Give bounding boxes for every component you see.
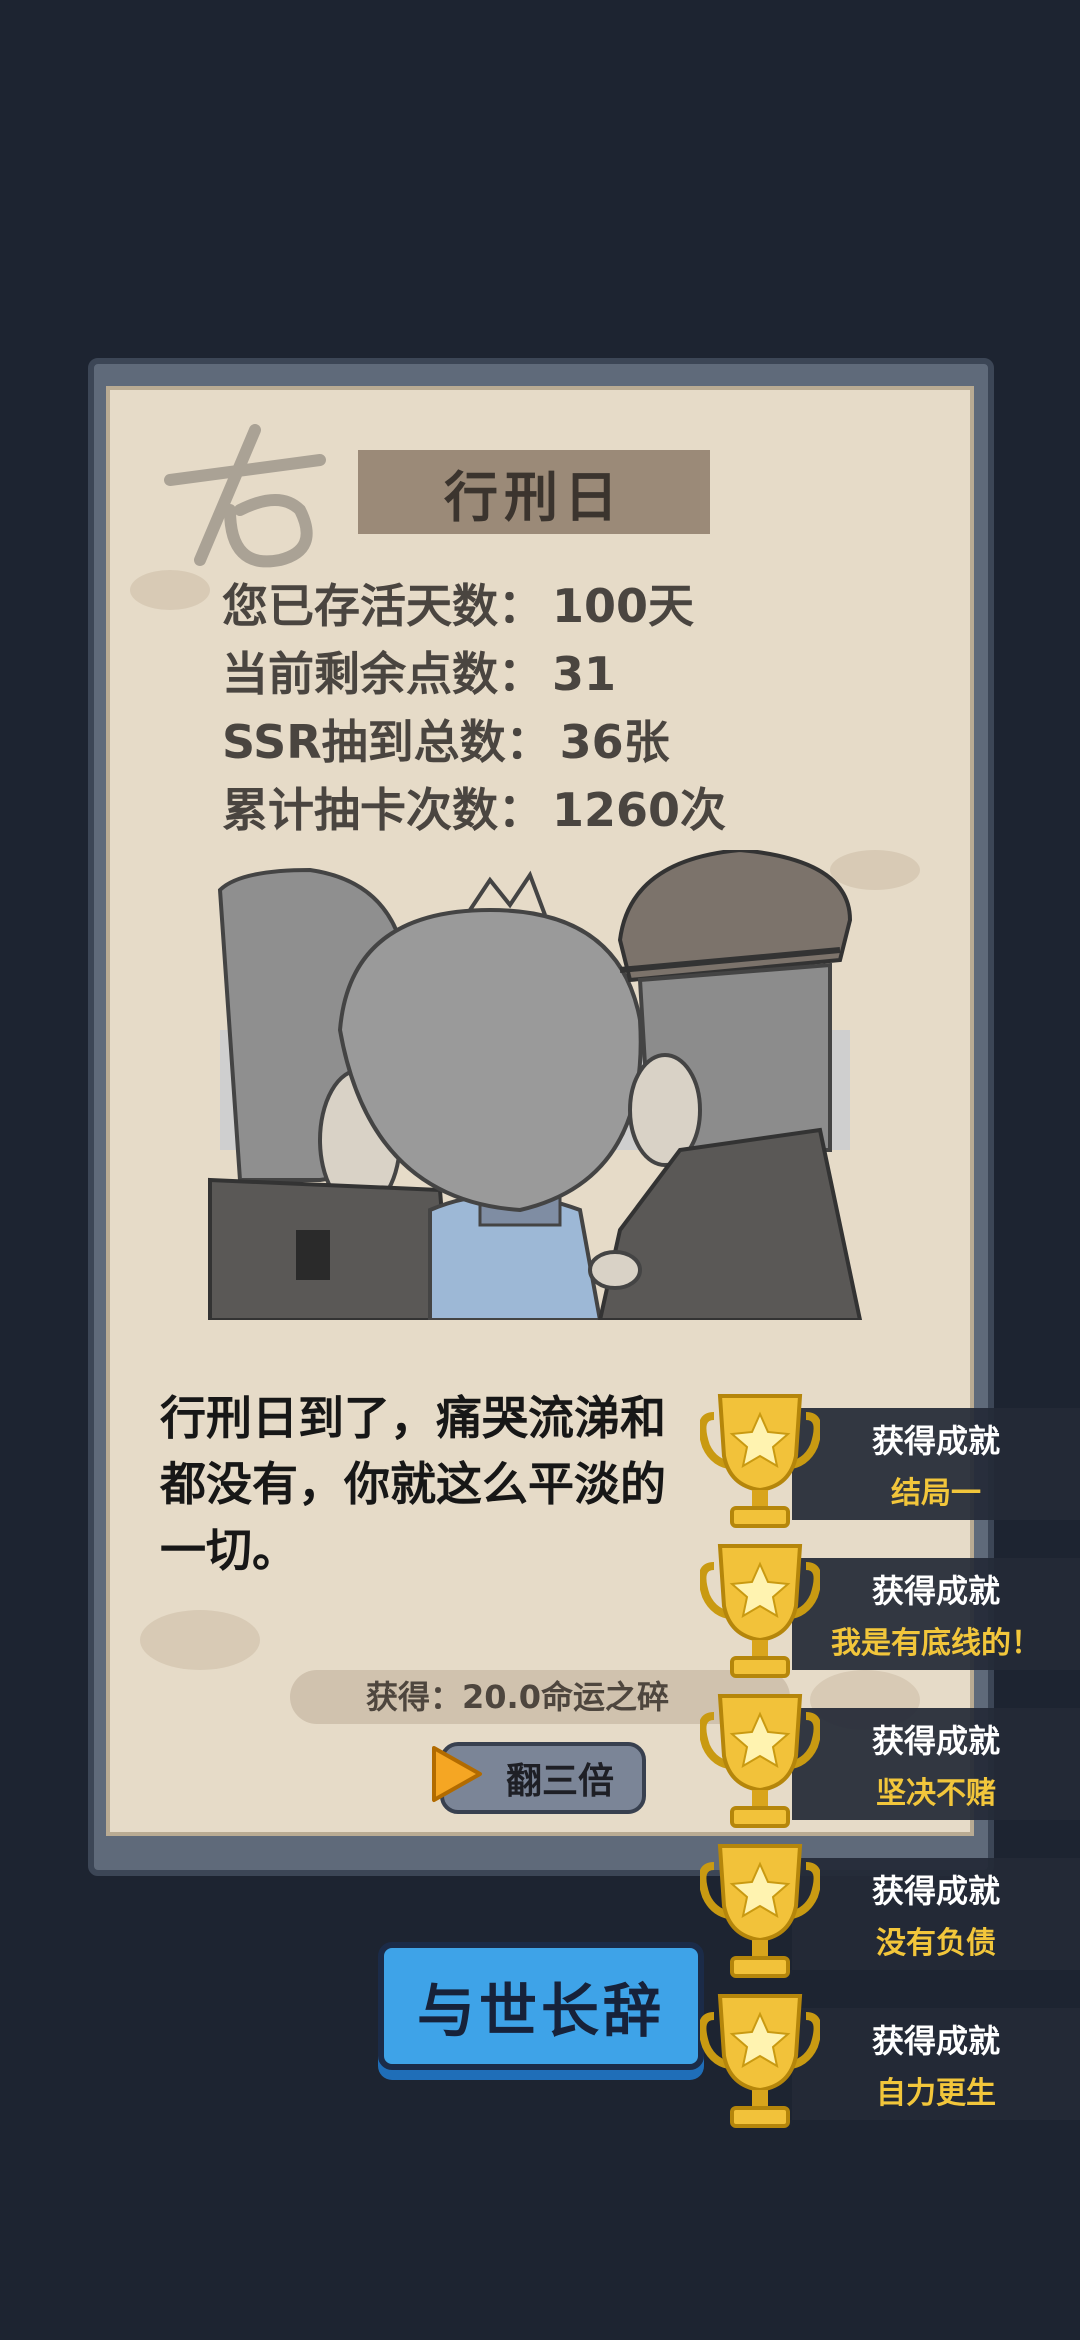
achievement-toast: 获得成就 没有负债 [700,1844,1080,1978]
stat-label: SSR抽到总数： [222,715,552,769]
achievement-title: 获得成就 [871,1572,1000,1610]
stat-total-draws: 累计抽卡次数： 1260次 [222,774,726,840]
achievement-title: 获得成就 [871,1722,1000,1760]
stat-value: 100天 [552,579,695,633]
stat-value: 31 [552,647,617,701]
stat-survived-days: 您已存活天数： 100天 [222,570,694,636]
stat-label: 您已存活天数： [222,579,544,633]
trophy-icon [700,1394,820,1528]
achievement-title: 获得成就 [871,2022,1000,2060]
trophy-icon [700,1694,820,1828]
farewell-button[interactable]: 与世长辞 [378,1942,704,2070]
stamp-mark-icon [164,424,326,568]
triple-button-label: 翻三倍 [505,1761,614,1802]
achievement-title: 获得成就 [871,1422,1000,1460]
achievement-name: 结局一 [891,1476,981,1511]
achievement-title: 获得成就 [871,1872,1000,1910]
stat-value: 1260次 [552,783,727,837]
play-video-icon [432,1746,482,1802]
trophy-icon [700,1844,820,1978]
card-title: 行刑日 [358,450,710,534]
achievement-name: 坚决不赌 [876,1776,996,1811]
game-stage: 行刑日 您已存活天数： 100天 当前剩余点数： 31 SSR抽到总数： 36张 累计… [0,0,1080,2340]
stat-ssr-total: SSR抽到总数： 36张 [222,706,670,772]
achievement-toast: 获得成就 结局一 [700,1394,1080,1528]
achievement-toast: 获得成就 坚决不赌 [700,1694,1080,1828]
trophy-icon [700,1544,820,1678]
stat-value: 36张 [559,715,670,769]
achievement-name: 没有负债 [876,1926,996,1961]
stat-remaining-points: 当前剩余点数： 31 [222,638,616,704]
stat-label: 当前剩余点数： [222,647,544,701]
execution-illustration [208,850,863,1320]
stat-label: 累计抽卡次数： [222,783,544,837]
achievement-name: 我是有底线的！ [831,1626,1041,1661]
achievement-toast: 获得成就 我是有底线的！ [700,1544,1080,1678]
trophy-icon [700,1994,820,2128]
achievement-name: 自力更生 [876,2076,996,2111]
achievement-toast: 获得成就 自力更生 [700,1994,1080,2128]
